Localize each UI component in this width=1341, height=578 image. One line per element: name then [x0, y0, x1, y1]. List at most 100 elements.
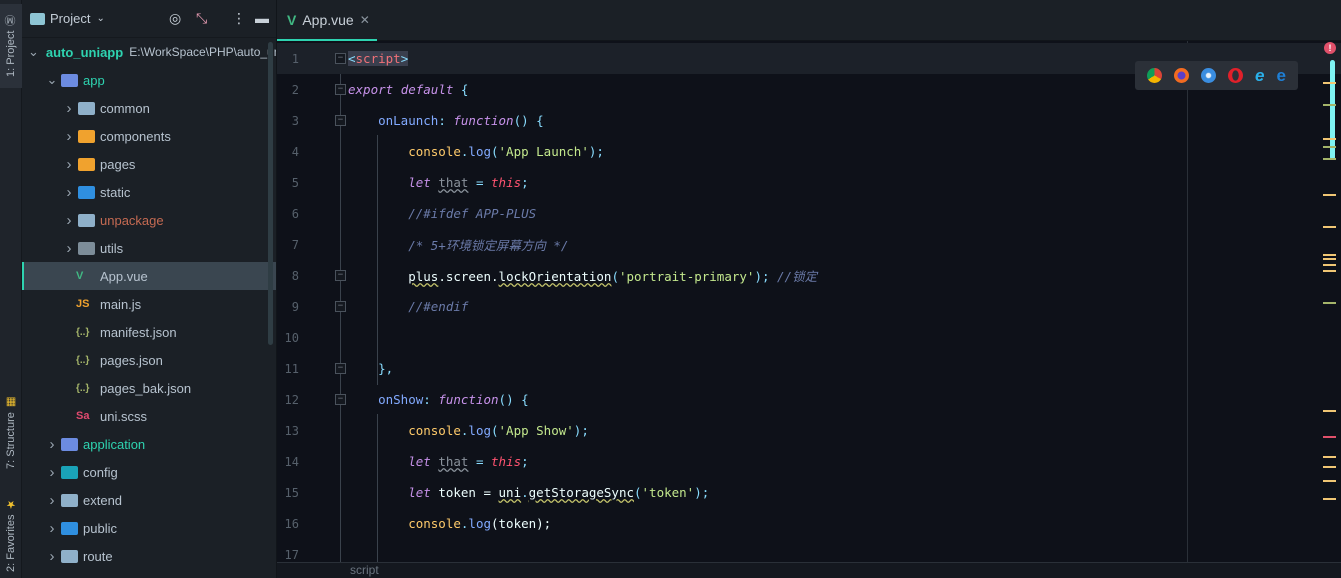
project-tool-tab[interactable]: 1: Project Ⓜ — [0, 4, 22, 88]
scroll-marker[interactable] — [1323, 146, 1336, 148]
scroll-marker[interactable] — [1323, 258, 1336, 260]
chevron-down-icon[interactable]: ⌄ — [96, 13, 104, 24]
fold-icon[interactable]: − — [335, 84, 346, 95]
fold-icon[interactable]: − — [335, 301, 346, 312]
fold-icon[interactable]: − — [335, 270, 346, 281]
scroll-marker[interactable] — [1323, 194, 1336, 196]
tab-app-vue[interactable]: V App.vue ✕ — [277, 0, 377, 41]
scroll-marker[interactable] — [1323, 466, 1336, 468]
code-token: script — [355, 51, 401, 66]
tree-item[interactable]: ⌄ auto_uniapp E:\WorkSpace\PHP\auto_uniapp — [22, 38, 276, 66]
scroll-marker[interactable] — [1323, 456, 1336, 458]
scroll-marker[interactable] — [1323, 104, 1336, 106]
chevron-right-icon[interactable]: › — [45, 520, 59, 537]
scroll-marker[interactable] — [1323, 270, 1336, 272]
scroll-marker[interactable] — [1323, 254, 1336, 256]
fold-icon[interactable]: − — [335, 53, 346, 64]
tree-item[interactable]: V App.vue — [22, 262, 276, 290]
chevron-right-icon[interactable]: › — [62, 128, 76, 145]
tree-item[interactable]: › application — [22, 430, 276, 458]
code-line[interactable]: 16 console.log(token); — [277, 508, 1341, 539]
tree-item[interactable]: ⌄ app — [22, 66, 276, 94]
close-tab-icon[interactable]: ✕ — [360, 13, 370, 27]
editor-scrollbar[interactable] — [1330, 60, 1335, 160]
chevron-right-icon[interactable]: › — [62, 100, 76, 117]
code-line[interactable]: 14 let that = this; — [277, 446, 1341, 477]
structure-tool-tab[interactable]: 7: Structure ▦ — [0, 395, 22, 470]
minimize-icon[interactable]: ▬ — [255, 10, 269, 26]
fold-icon[interactable]: − — [335, 394, 346, 405]
chevron-down-icon[interactable]: ⌄ — [28, 44, 39, 60]
scroll-marker[interactable] — [1323, 158, 1336, 160]
tree-item[interactable]: › common — [22, 94, 276, 122]
tree-item[interactable]: {..} pages_bak.json — [22, 374, 276, 402]
breadcrumb[interactable]: script — [350, 563, 379, 577]
code-line[interactable]: 15 let token = uni.getStorageSync('token… — [277, 477, 1341, 508]
chevron-right-icon[interactable]: › — [45, 548, 59, 565]
chevron-right-icon[interactable]: › — [45, 492, 59, 509]
code-line[interactable]: 11 − }, — [277, 353, 1341, 384]
edge-icon[interactable]: e — [1276, 66, 1285, 86]
scroll-marker[interactable] — [1323, 498, 1336, 500]
chevron-right-icon[interactable]: › — [62, 156, 76, 173]
tree-item[interactable]: › unpackage — [22, 206, 276, 234]
chevron-right-icon[interactable]: › — [45, 436, 59, 453]
tree-item-label: unpackage — [100, 212, 164, 228]
chrome-icon[interactable] — [1147, 68, 1162, 83]
scroll-marker[interactable] — [1323, 264, 1336, 266]
code-line[interactable]: 10 — [277, 322, 1341, 353]
scroll-marker[interactable] — [1323, 226, 1336, 228]
scroll-marker[interactable] — [1323, 302, 1336, 304]
favorites-tool-tab[interactable]: 2: Favorites ★ — [0, 495, 22, 575]
code-text: }, — [348, 361, 393, 376]
code-token: { — [453, 82, 469, 97]
code-line[interactable]: 3 − onLaunch: function() { — [277, 105, 1341, 136]
fold-icon[interactable]: − — [335, 363, 346, 374]
fold-icon[interactable]: − — [335, 115, 346, 126]
project-view-selector[interactable]: Project — [50, 11, 90, 26]
tree-item[interactable]: › static — [22, 178, 276, 206]
code-line[interactable]: 13 console.log('App Show'); — [277, 415, 1341, 446]
error-indicator-icon[interactable]: ! — [1324, 42, 1336, 54]
tree-item[interactable]: {..} manifest.json — [22, 318, 276, 346]
code-line[interactable]: 6 //#ifdef APP-PLUS — [277, 198, 1341, 229]
tree-item[interactable]: {..} pages.json — [22, 346, 276, 374]
opera-icon[interactable] — [1228, 68, 1243, 83]
more-icon[interactable]: ⋮ — [232, 10, 246, 27]
code-editor[interactable]: 1− <script> 2− export default {3− onLaunch:… — [277, 41, 1341, 562]
code-line[interactable]: 8 − plus.screen.lockOrientation('portrait… — [277, 260, 1341, 291]
code-line[interactable]: 4 console.log('App Launch'); — [277, 136, 1341, 167]
safari-icon[interactable] — [1201, 68, 1216, 83]
code-line[interactable]: 5 let that = this; — [277, 167, 1341, 198]
tree-item[interactable]: › pages — [22, 150, 276, 178]
chevron-down-icon[interactable]: ⌄ — [45, 72, 59, 88]
chevron-right-icon[interactable]: › — [62, 212, 76, 229]
collapse-icon[interactable]: ⤡ — [196, 10, 207, 27]
code-line[interactable]: 7 /* 5+环境锁定屏幕方向 */ — [277, 229, 1341, 260]
scroll-marker[interactable] — [1323, 138, 1336, 140]
chevron-right-icon[interactable]: › — [62, 240, 76, 257]
scroll-marker[interactable] — [1323, 82, 1336, 84]
scroll-marker[interactable] — [1323, 436, 1336, 438]
code-line[interactable]: 9 − //#endif — [277, 291, 1341, 322]
chevron-right-icon[interactable]: › — [45, 464, 59, 481]
code-line[interactable]: 12 − onShow: function() { — [277, 384, 1341, 415]
tree-item[interactable]: › utils — [22, 234, 276, 262]
tree-item[interactable]: › route — [22, 542, 276, 570]
scroll-marker[interactable] — [1323, 410, 1336, 412]
tree-item[interactable]: › components — [22, 122, 276, 150]
folder-icon — [61, 549, 78, 563]
tree-item[interactable]: Sa uni.scss — [22, 402, 276, 430]
code-text: onLaunch: function() { — [348, 113, 544, 128]
target-icon[interactable]: ◎ — [169, 10, 181, 27]
firefox-icon[interactable] — [1174, 68, 1189, 83]
scroll-marker[interactable] — [1323, 480, 1336, 482]
tree-item[interactable]: JS main.js — [22, 290, 276, 318]
tree-item[interactable]: › public — [22, 514, 276, 542]
code-token: }, — [348, 361, 394, 376]
tree-item[interactable]: › extend — [22, 486, 276, 514]
tree-scrollbar[interactable] — [268, 42, 273, 345]
chevron-right-icon[interactable]: › — [62, 184, 76, 201]
ie-icon[interactable]: e — [1255, 66, 1264, 86]
tree-item[interactable]: › config — [22, 458, 276, 486]
